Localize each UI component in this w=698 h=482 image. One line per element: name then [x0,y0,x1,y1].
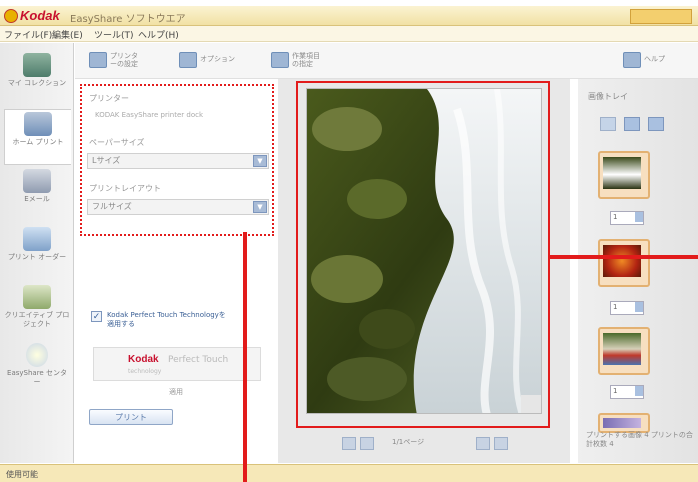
perfect-touch-logo: Kodak Perfect Touch technology [93,347,261,381]
print-button[interactable]: プリント [89,409,173,425]
menu-file[interactable]: ファイル(F) [4,28,52,41]
nav-home-print[interactable]: ホーム プリント [4,109,71,165]
menu-help[interactable]: ヘルプ(H) [138,28,179,41]
nav-my-collection[interactable]: マイ コレクション [4,51,70,105]
nav-label: クリエイティブ プロジェクト [4,311,70,328]
nav-email[interactable]: Eメール [4,167,70,221]
next-page-icon[interactable] [476,437,490,450]
layout-label: プリントレイアウト [89,184,161,193]
toolbar: プリンターの設定 オプション 作業項目の指定 ヘルプ [75,43,698,79]
left-nav: マイ コレクション ホーム プリント Eメール プリント オーダー クリエイティ… [0,43,74,463]
tray-quantity[interactable]: 1 [610,211,644,225]
project-icon [23,285,51,309]
menu-tools[interactable]: ツール(T) [94,28,134,41]
nav-label: マイ コレクション [7,79,67,87]
logo-text: Perfect Touch [168,355,229,365]
logo-brand: Kodak [128,354,159,365]
help-label: ヘルプ [644,55,665,63]
nav-label: Eメール [24,195,50,203]
layout-value: フルサイズ [92,202,132,211]
tray-thumbnail-partial[interactable] [598,413,650,433]
tray-tool-icon[interactable] [648,117,664,131]
logo-sub: technology [128,368,162,375]
tray-thumbnail-waterfall[interactable] [598,151,650,199]
window-title: EasyShare ソフトウエア [70,14,186,25]
tray-tool-icon[interactable] [624,117,640,131]
printer-settings-icon [89,52,107,68]
printer-value: KODAK EasyShare printer dock [95,111,204,119]
collection-icon [23,53,51,77]
window-controls[interactable] [630,9,692,24]
prev-page-icon[interactable] [360,437,374,450]
tray-quantity[interactable]: 1 [610,385,644,399]
callout-line-settings [243,232,247,482]
tray-tool-icon[interactable] [600,117,616,131]
nav-creative-projects[interactable]: クリエイティブ プロジェクト [4,283,70,337]
layout-select[interactable]: フルサイズ ▼ [87,199,269,215]
tray-title: 画像トレイ [588,92,628,101]
chevron-down-icon: ▼ [253,155,267,167]
lightbulb-icon [26,343,48,367]
status-text: 使用可能 [6,470,38,479]
callout-line-preview [550,255,698,259]
paper-size-select[interactable]: Lサイズ ▼ [87,153,269,169]
tray-footer: プリントする画像 4 プリントの合計枚数 4 [586,431,693,448]
options-icon [179,52,197,68]
menu-bar: ファイル(F) 編集(E) ツール(T) ヘルプ(H) [0,26,698,42]
print-order-icon [23,227,51,251]
printer-icon [24,112,52,136]
paper-size-value: Lサイズ [92,156,121,165]
email-icon [23,169,51,193]
help-button[interactable]: ヘルプ [623,52,665,72]
tray-quantity[interactable]: 1 [610,301,644,315]
page-navigation: 1/1ページ [320,432,520,452]
brand-name: Kodak [20,8,60,23]
image-tray: 画像トレイ 1 1 1 プリントする画像 4 プリントの合計枚数 4 [578,79,698,463]
menu-edit[interactable]: 編集(E) [52,28,83,41]
work-items-icon [271,52,289,68]
status-bar: 使用可能 [0,464,698,482]
tray-thumbnail-boats[interactable] [598,327,650,375]
nav-label: プリント オーダー [7,253,67,261]
help-icon [623,52,641,68]
printer-settings-button[interactable]: プリンターの設定 [89,52,140,72]
nav-label: ホーム プリント [12,138,64,146]
kodak-logo-icon [4,9,18,23]
tray-thumbnail-flower[interactable] [598,239,650,287]
highlight-box-preview [296,81,550,428]
nav-easyshare-center[interactable]: EasyShare センター [4,341,70,395]
page-indicator: 1/1ページ [392,438,425,446]
printer-label: プリンター [89,94,129,103]
perfect-touch-apply[interactable]: 適用 [169,387,183,397]
work-items-button[interactable]: 作業項目の指定 [271,52,324,72]
paper-size-label: ペーパーサイズ [89,138,145,147]
options-button[interactable]: オプション [179,52,235,72]
first-page-icon[interactable] [342,437,356,450]
last-page-icon[interactable] [494,437,508,450]
perfect-touch-label: Kodak Perfect Touch Technologyを適用する [107,311,226,328]
printer-settings-label: プリンターの設定 [110,52,138,68]
nav-print-order[interactable]: プリント オーダー [4,225,70,279]
nav-label: EasyShare センター [7,369,67,386]
title-bar: Kodak EasyShare ソフトウエア [0,6,698,26]
perfect-touch-checkbox[interactable]: ✓ [91,311,102,322]
work-items-label: 作業項目の指定 [292,52,320,68]
chevron-down-icon: ▼ [253,201,267,213]
options-label: オプション [200,55,235,63]
